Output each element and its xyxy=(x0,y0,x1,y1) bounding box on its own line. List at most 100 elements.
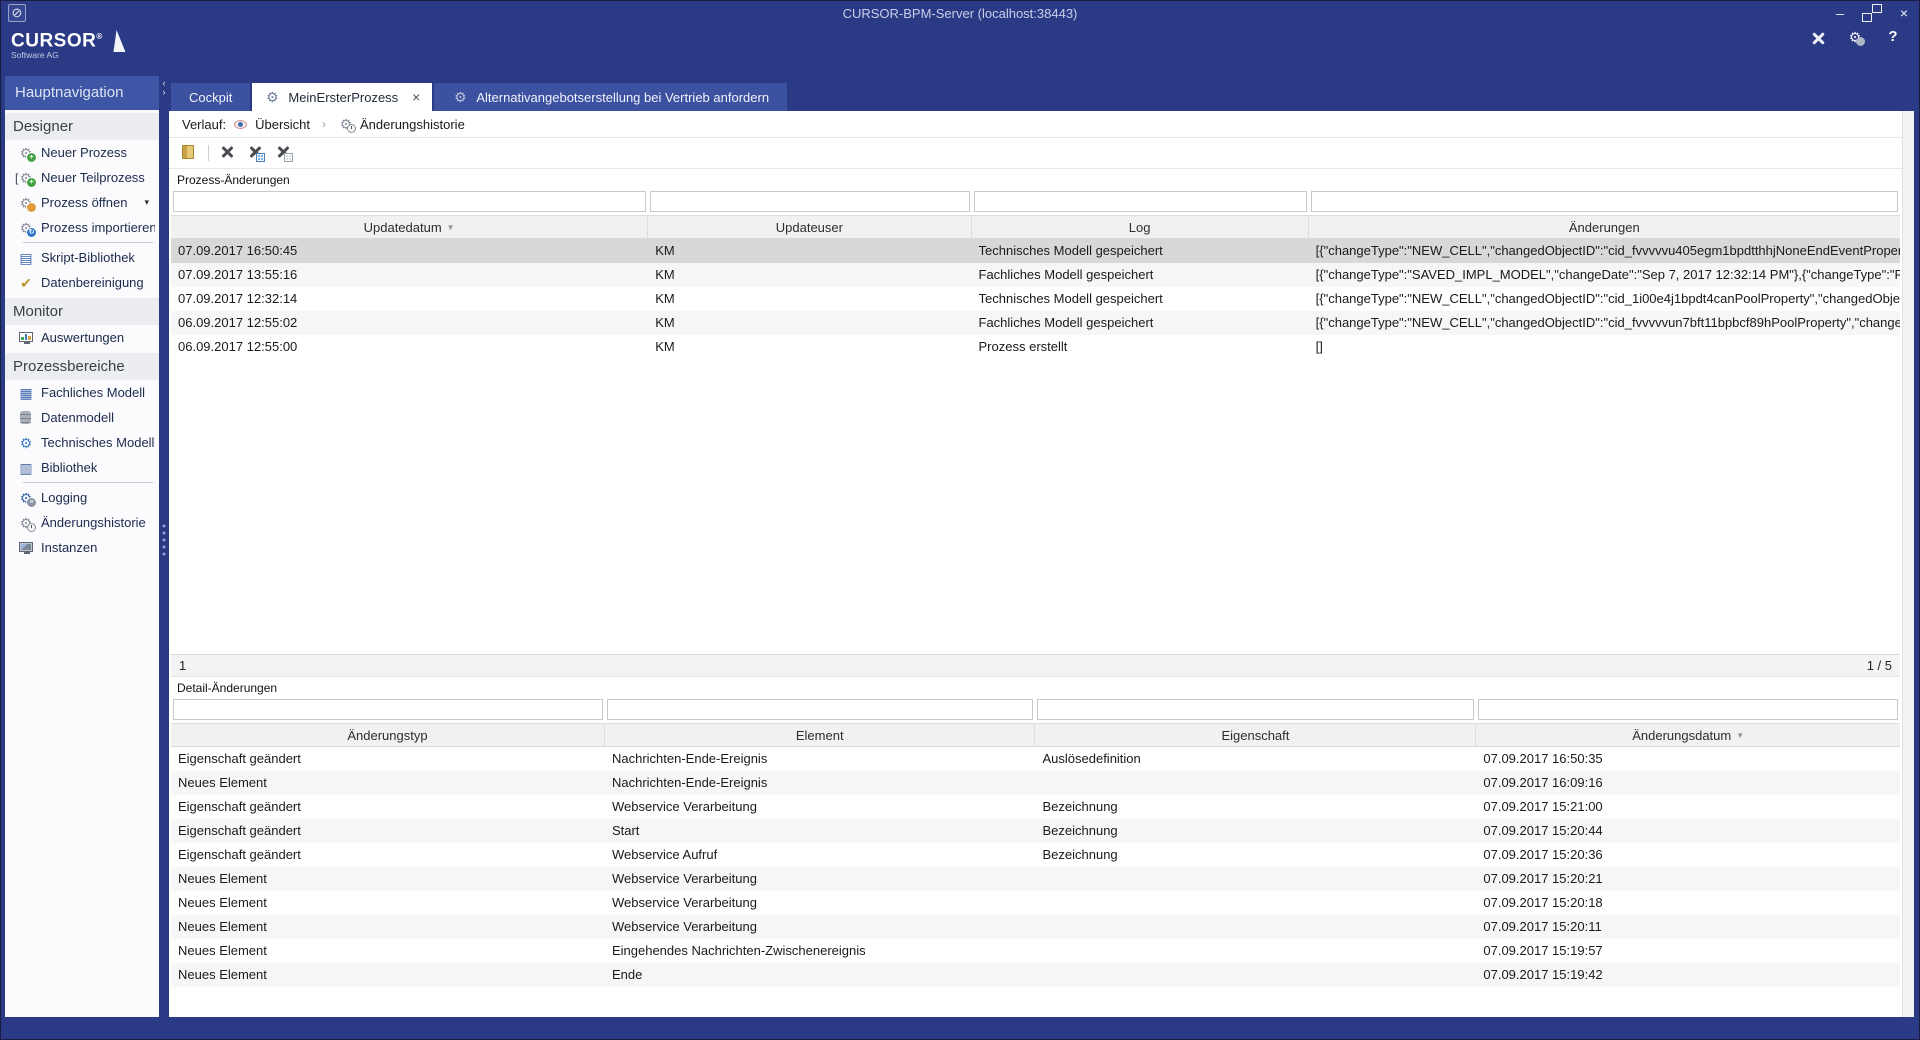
detail-changes-table-row[interactable]: Neues ElementNachrichten-Ende-Ereignis07… xyxy=(171,771,1900,795)
content-area: Cockpit⚙MeinErsterProzess×⚙Alternativang… xyxy=(169,63,1914,1017)
window-controls: – × xyxy=(1831,1,1913,25)
tools-icon[interactable] xyxy=(1809,29,1829,49)
table-cell: Neues Element xyxy=(171,915,605,939)
table-cell xyxy=(1035,867,1476,891)
minimize-button[interactable]: – xyxy=(1831,4,1849,22)
detail-changes-table-row[interactable]: Neues ElementWebservice Verarbeitung07.0… xyxy=(171,891,1900,915)
sidebar-item-label: Prozess öffnen xyxy=(41,195,127,210)
column-header-label: Updateuser xyxy=(776,220,843,235)
column-filter-input-element[interactable] xyxy=(607,699,1034,720)
column-filter-input-eigenschaft[interactable] xyxy=(1037,699,1474,720)
column-header-updatedatum[interactable]: Updatedatum▼ xyxy=(171,216,648,238)
sidebar-item-prozess-oeffnen[interactable]: ⚙ Prozess öffnen ▾ xyxy=(5,190,159,215)
table-cell: 07.09.2017 15:19:42 xyxy=(1476,963,1900,987)
filter-cell xyxy=(1476,697,1900,723)
logging-icon: ⚙≡ xyxy=(18,490,34,506)
tab-alternativangebotserstellung-bei-vertrieb-anfordern[interactable]: ⚙Alternativangebotserstellung bei Vertri… xyxy=(434,83,787,111)
close-button[interactable]: × xyxy=(1895,4,1913,22)
sidebar-item-datenmodell[interactable]: Datenmodell xyxy=(5,405,159,430)
sidebar-item-skript-bibliothek[interactable]: ▤Skript-Bibliothek xyxy=(5,245,159,270)
column-filter-input-updatedatum[interactable] xyxy=(173,191,646,212)
detail-changes-table-row[interactable]: Neues ElementEingehendes Nachrichten-Zwi… xyxy=(171,939,1900,963)
sidebar-item-label: Technisches Modell xyxy=(41,435,154,450)
process-changes-table-row[interactable]: 07.09.2017 12:32:14KMTechnisches Modell … xyxy=(171,287,1900,311)
tab-close-icon[interactable]: × xyxy=(412,90,420,104)
sidebar-item-datenbereinigung[interactable]: ✔Datenbereinigung xyxy=(5,270,159,295)
admin-gears-icon[interactable]: ⚙ xyxy=(1847,29,1867,49)
grid-empty-area xyxy=(171,359,1900,654)
process-changes-table-row[interactable]: 07.09.2017 13:55:16KMFachliches Modell g… xyxy=(171,263,1900,287)
column-filter-input-log[interactable] xyxy=(974,191,1307,212)
detail-changes-table-row[interactable]: Eigenschaft geändertWebservice Verarbeit… xyxy=(171,795,1900,819)
main-area: Hauptnavigation Designer⚙+Neuer Prozess[… xyxy=(1,63,1919,1017)
table-cell: 07.09.2017 15:20:44 xyxy=(1476,819,1900,843)
tab-meinersterprozess[interactable]: ⚙MeinErsterProzess× xyxy=(252,83,432,111)
breadcrumb-separator-icon: › xyxy=(316,117,332,131)
delete-filter-button[interactable] xyxy=(275,144,293,162)
tab-label: MeinErsterProzess xyxy=(288,90,398,105)
process-changes-table-row[interactable]: 06.09.2017 12:55:00KMProzess erstellt[] xyxy=(171,335,1900,359)
sidebar-item-neuer-teilprozess[interactable]: [⚙+Neuer Teilprozess xyxy=(5,165,159,190)
sidebar-item-instanzen[interactable]: Instanzen xyxy=(5,535,159,560)
tab-label: Cockpit xyxy=(189,90,232,105)
sidebar-item-neuer-prozess[interactable]: ⚙+Neuer Prozess xyxy=(5,140,159,165)
tab-cockpit[interactable]: Cockpit xyxy=(171,83,250,111)
brand-logo: CURSOR® Software AG xyxy=(11,28,129,59)
column-header-aenderungstyp[interactable]: Änderungstyp xyxy=(171,724,605,746)
column-filter-input-updateuser[interactable] xyxy=(650,191,969,212)
sidebar-item-fachliches-modell[interactable]: ▦Fachliches Modell xyxy=(5,380,159,405)
process-changes-table-row[interactable]: 06.09.2017 12:55:02KMFachliches Modell g… xyxy=(171,311,1900,335)
table-cell: Webservice Verarbeitung xyxy=(605,795,1036,819)
detail-changes-table-row[interactable]: Eigenschaft geändertWebservice AufrufBez… xyxy=(171,843,1900,867)
breadcrumb-item-aenderungshistorie[interactable]: ⚙Änderungshistorie xyxy=(338,116,465,132)
gear-open-icon: ⚙ xyxy=(18,195,34,211)
business-model-icon: ▦ xyxy=(18,385,34,401)
detail-changes-table-row[interactable]: Eigenschaft geändertNachrichten-Ende-Ere… xyxy=(171,747,1900,771)
delete-button[interactable] xyxy=(219,144,237,162)
detail-changes-title: Detail-Änderungen xyxy=(169,677,1902,697)
sidebar-item-technisches-modell[interactable]: ⚙Technisches Modell xyxy=(5,430,159,455)
dropdown-caret-icon[interactable]: ▾ xyxy=(144,197,155,208)
process-changes-table-row[interactable]: 07.09.2017 16:50:45KMTechnisches Modell … xyxy=(171,239,1900,263)
column-header-aenderungen[interactable]: Änderungen xyxy=(1309,216,1900,238)
column-header-eigenschaft[interactable]: Eigenschaft xyxy=(1035,724,1476,746)
detail-changes-table-row[interactable]: Neues ElementEnde07.09.2017 15:19:42 xyxy=(171,963,1900,987)
sidebar-item-auswertungen[interactable]: Auswertungen xyxy=(5,325,159,350)
detail-changes-table-row[interactable]: Neues ElementWebservice Verarbeitung07.0… xyxy=(171,915,1900,939)
column-header-aenderungsdatum[interactable]: Änderungsdatum▼ xyxy=(1476,724,1900,746)
tab-label: Alternativangebotserstellung bei Vertrie… xyxy=(476,90,769,105)
table-cell: KM xyxy=(648,287,971,311)
breadcrumb-item-label: Übersicht xyxy=(255,117,310,132)
filter-cell xyxy=(972,189,1309,215)
table-cell: 07.09.2017 16:09:16 xyxy=(1476,771,1900,795)
breadcrumb-item-uebersicht[interactable]: Übersicht xyxy=(233,116,310,132)
sidebar-item-aenderungshistorie[interactable]: ⚙Änderungshistorie xyxy=(5,510,159,535)
help-icon[interactable]: ? xyxy=(1885,29,1905,49)
column-filter-input-aenderungsdatum[interactable] xyxy=(1478,699,1898,720)
table-cell: KM xyxy=(648,263,971,287)
filter-cell xyxy=(1309,189,1900,215)
sidebar-item-prozess-importieren[interactable]: ⚙↻Prozess importieren xyxy=(5,215,159,240)
splitter-grip-icon[interactable] xyxy=(163,525,166,556)
column-header-updateuser[interactable]: Updateuser xyxy=(648,216,971,238)
column-filter-input-aenderungstyp[interactable] xyxy=(173,699,603,720)
detail-changes-table-row[interactable]: Eigenschaft geändertStartBezeichnung07.0… xyxy=(171,819,1900,843)
open-journal-button[interactable] xyxy=(180,144,198,162)
process-changes-header-row: Updatedatum▼ Updateuser LogÄnderungen xyxy=(171,215,1900,239)
history-icon: ⚙ xyxy=(18,515,34,531)
table-cell: Neues Element xyxy=(171,939,605,963)
brand-subtitle: Software AG xyxy=(11,51,103,60)
monitor-chart-icon xyxy=(18,330,34,346)
delete-table-button[interactable] xyxy=(247,144,265,162)
sidebar-item-logging[interactable]: ⚙≡Logging xyxy=(5,485,159,510)
detail-changes-table-row[interactable]: Neues ElementWebservice Verarbeitung07.0… xyxy=(171,867,1900,891)
column-filter-input-aenderungen[interactable] xyxy=(1311,191,1898,212)
scrollbar-gutter[interactable] xyxy=(1902,111,1914,1017)
column-header-log[interactable]: Log xyxy=(972,216,1309,238)
column-header-element[interactable]: Element xyxy=(605,724,1036,746)
table-cell: Eingehendes Nachrichten-Zwischenereignis xyxy=(605,939,1036,963)
sidebar-item-bibliothek[interactable]: ▥Bibliothek xyxy=(5,455,159,480)
sidebar-splitter[interactable]: ‹› xyxy=(159,63,169,1017)
sidebar-item-label: Datenmodell xyxy=(41,410,114,425)
sidebar-collapse-toggle[interactable]: ‹› xyxy=(159,79,169,97)
